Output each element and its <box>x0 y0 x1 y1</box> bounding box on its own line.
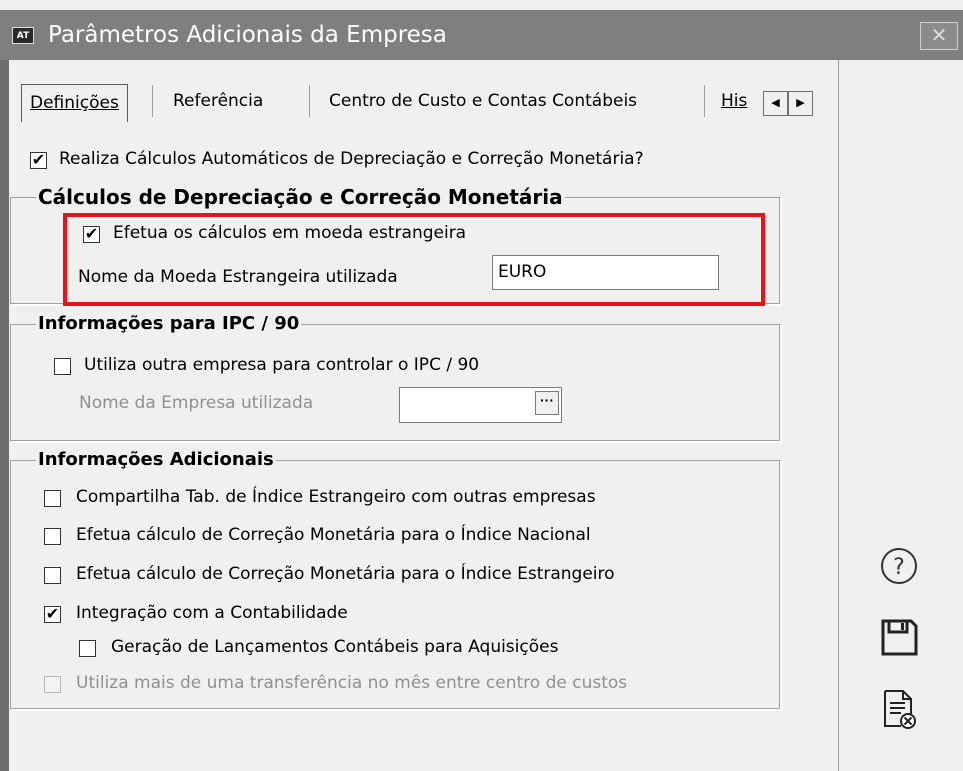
dialog-content: Definições Referência Centro de Custo e … <box>9 60 838 771</box>
tab-label: Definições <box>30 93 119 113</box>
tab-separator <box>309 85 310 117</box>
side-toolbar: ? <box>838 60 963 771</box>
window-title: Parâmetros Adicionais da Empresa <box>48 22 447 48</box>
currency-name-label: Nome da Moeda Estrangeira utilizada <box>78 267 398 287</box>
help-icon[interactable]: ? <box>879 546 919 586</box>
other-company-label: Utiliza outra empresa para controlar o I… <box>84 355 480 375</box>
acquisition-entries-checkbox[interactable] <box>79 640 96 657</box>
save-icon[interactable] <box>879 617 919 657</box>
ipc-group <box>10 324 781 442</box>
svg-text:?: ? <box>893 555 905 580</box>
other-company-checkbox[interactable] <box>54 358 71 375</box>
ellipsis-icon[interactable]: ··· <box>535 391 559 415</box>
title-bar: AT Parâmetros Adicionais da Empresa ✕ <box>0 10 963 60</box>
company-name-lookup[interactable]: ··· <box>399 387 562 423</box>
tab-historico[interactable]: His <box>717 81 765 121</box>
tab-separator <box>152 85 153 117</box>
window-left-border <box>0 60 9 771</box>
dialog-window: AT Parâmetros Adicionais da Empresa ✕ De… <box>0 0 963 771</box>
auto-calc-checkbox[interactable]: ✔ <box>30 152 47 169</box>
accounting-integration-checkbox[interactable]: ✔ <box>44 606 61 623</box>
ipc-group-title: Informações para IPC / 90 <box>36 313 302 334</box>
foreign-currency-label: Efetua os cálculos em moeda estrangeira <box>113 223 467 243</box>
tab-scroll-right-icon[interactable]: ▶ <box>788 91 813 116</box>
depreciation-group-title: Cálculos de Depreciação e Correção Monet… <box>36 185 565 209</box>
foreign-index-label: Efetua cálculo de Correção Monetária par… <box>76 564 615 584</box>
share-foreign-index-label: Compartilha Tab. de Índice Estrangeiro c… <box>76 487 596 507</box>
acquisition-entries-label: Geração de Lançamentos Contábeis para Aq… <box>111 637 559 657</box>
tab-referencia[interactable]: Referência <box>165 81 271 121</box>
tab-scroll-left-icon[interactable]: ◀ <box>763 91 788 116</box>
multiple-transfers-checkbox <box>44 676 61 693</box>
national-index-label: Efetua cálculo de Correção Monetária par… <box>76 525 591 545</box>
tab-separator <box>704 85 705 117</box>
cancel-document-icon[interactable] <box>879 688 919 730</box>
company-name-label: Nome da Empresa utilizada <box>79 393 314 413</box>
accounting-integration-label: Integração com a Contabilidade <box>76 603 348 623</box>
national-index-checkbox[interactable] <box>44 528 61 545</box>
tab-scroll-buttons: ◀ ▶ <box>763 91 813 116</box>
tab-definicoes[interactable]: Definições <box>21 84 128 122</box>
share-foreign-index-checkbox[interactable] <box>44 490 61 507</box>
foreign-index-checkbox[interactable] <box>44 567 61 584</box>
foreign-currency-checkbox[interactable]: ✔ <box>83 226 100 243</box>
multiple-transfers-label: Utiliza mais de uma transferência no mês… <box>76 673 628 693</box>
auto-calc-label: Realiza Cálculos Automáticos de Deprecia… <box>59 149 644 169</box>
additional-info-group-title: Informações Adicionais <box>36 449 276 470</box>
currency-name-input[interactable]: EURO <box>492 255 719 290</box>
app-icon: AT <box>12 27 34 44</box>
close-button[interactable]: ✕ <box>920 22 958 50</box>
tab-strip: Definições Referência Centro de Custo e … <box>21 81 821 122</box>
tab-centro-custo[interactable]: Centro de Custo e Contas Contábeis <box>321 81 645 121</box>
